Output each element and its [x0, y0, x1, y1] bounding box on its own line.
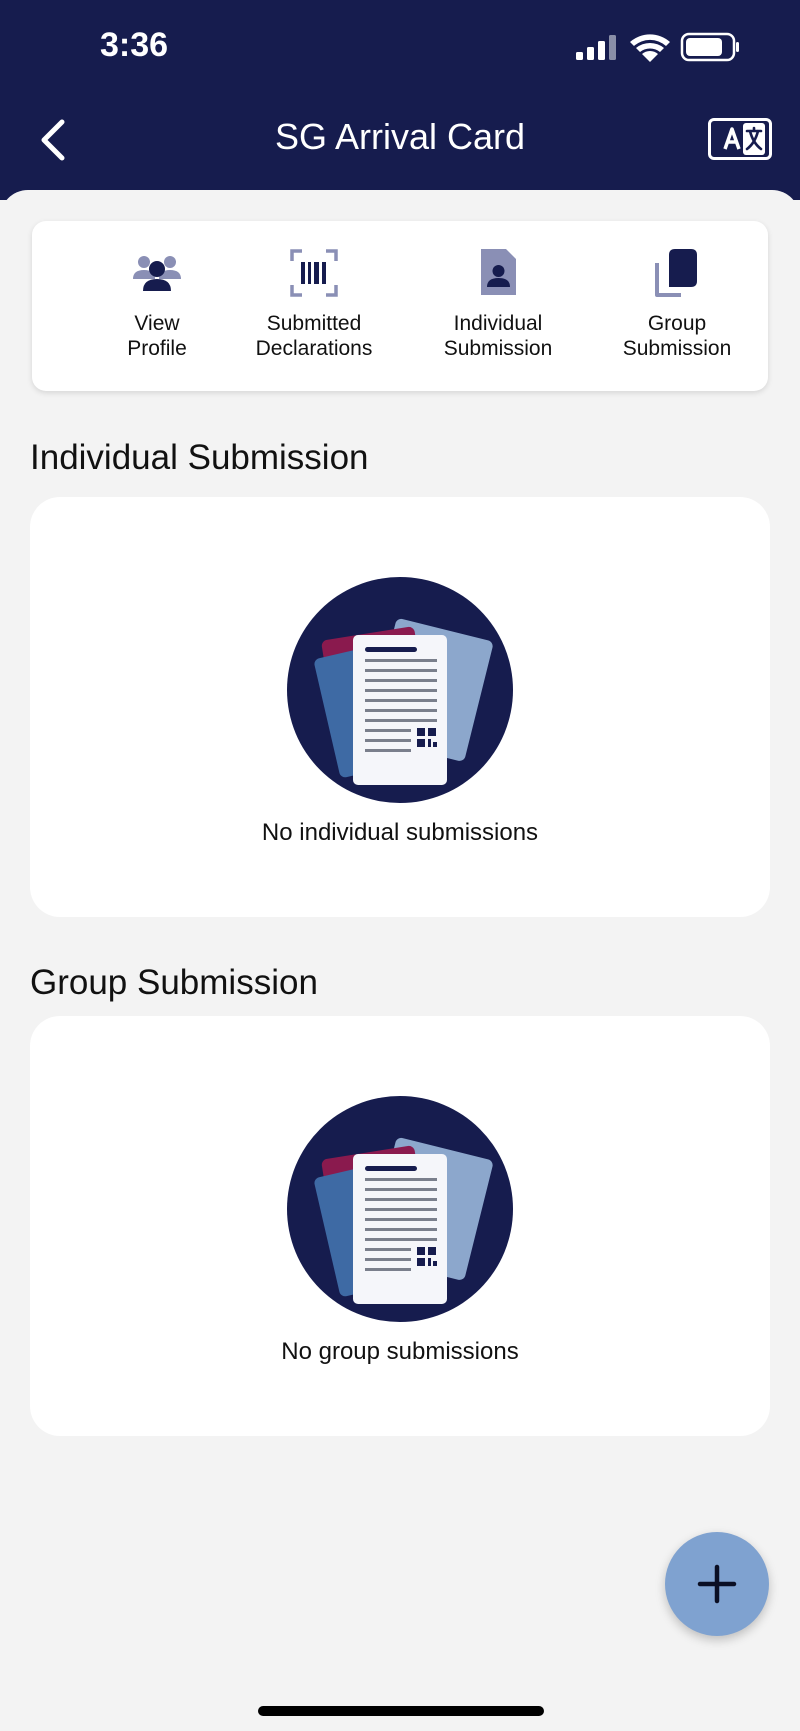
- page-title: SG Arrival Card: [274, 116, 526, 157]
- cellular-signal-icon: [576, 35, 616, 60]
- quick-action-label: Individual Submission: [443, 312, 553, 360]
- quick-actions-card: View Profile Submitted Declarations Indi…: [32, 221, 768, 391]
- quick-action-label: Submitted Declarations: [255, 312, 373, 360]
- group-submissions-card: No group submissions: [30, 1016, 770, 1436]
- content-sheet: [0, 190, 800, 1731]
- group-empty-message: No group submissions: [281, 1338, 519, 1365]
- individual-submissions-card: No individual submissions: [30, 497, 770, 917]
- translate-icon: [723, 123, 765, 155]
- language-translate-button[interactable]: [708, 118, 772, 160]
- status-time: 3:36: [100, 26, 169, 64]
- individual-section-heading: Individual Submission: [30, 438, 369, 477]
- home-indicator: [258, 1706, 544, 1716]
- quick-action-submitted-declarations[interactable]: Submitted Declarations: [224, 221, 404, 391]
- barcode-scan-icon: [290, 249, 338, 297]
- documents-illustration-icon: [287, 577, 513, 803]
- quick-action-label: View Profile: [127, 312, 187, 360]
- documents-illustration-icon: [287, 1096, 513, 1322]
- add-submission-button[interactable]: [665, 1532, 769, 1636]
- quick-action-label: Group Submission: [622, 312, 732, 360]
- group-section-heading: Group Submission: [30, 963, 318, 1002]
- app-header: 3:36 SG Arrival Card: [0, 0, 800, 200]
- plus-icon: [697, 1564, 737, 1604]
- quick-action-individual-submission[interactable]: Individual Submission: [408, 221, 588, 391]
- individual-empty-message: No individual submissions: [261, 819, 539, 846]
- quick-action-view-profile[interactable]: View Profile: [67, 221, 247, 391]
- quick-action-group-submission[interactable]: Group Submission: [587, 221, 767, 391]
- battery-icon: [680, 32, 739, 62]
- people-icon: [133, 256, 181, 291]
- status-icons: [576, 32, 739, 62]
- person-document-icon: [481, 249, 516, 295]
- wifi-icon: [630, 34, 670, 62]
- copy-documents-icon: [655, 249, 697, 297]
